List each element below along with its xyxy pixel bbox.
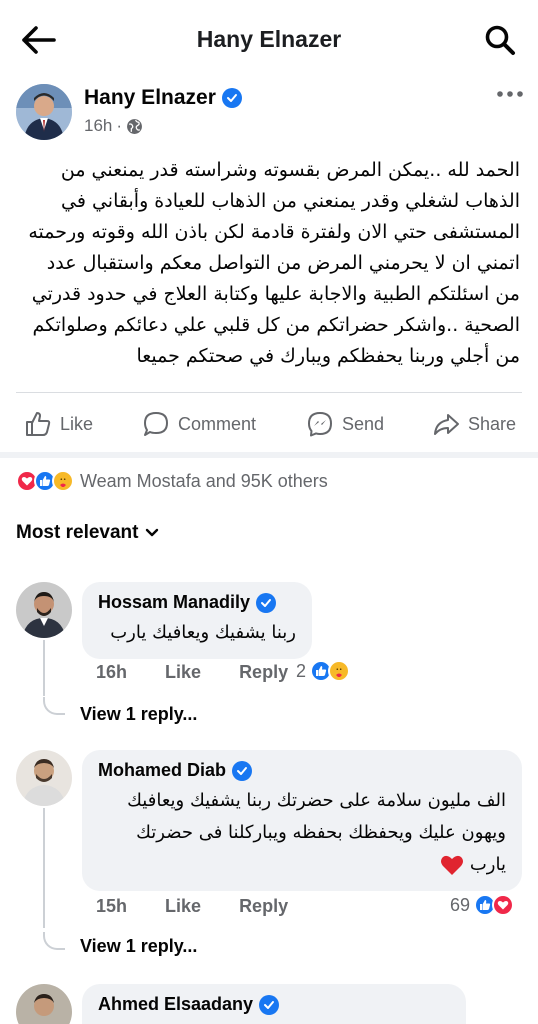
share-button[interactable]: Share <box>432 410 516 438</box>
comment-bubble[interactable]: Mohamed Diab الف مليون سلامة على حضرتك ر… <box>82 750 522 891</box>
like-label: Like <box>60 413 94 434</box>
reaction-count: 69 <box>450 894 471 915</box>
share-label: Share <box>468 413 517 434</box>
commenter-name[interactable]: Ahmed Elsaadany <box>98 994 253 1015</box>
comment-reaction-count[interactable]: 69 <box>450 894 515 916</box>
share-arrow-icon <box>434 414 459 435</box>
more-options-icon[interactable] <box>496 86 524 102</box>
comment-meta: 15h Like Reply <box>96 896 326 917</box>
thread-line <box>43 640 45 696</box>
commenter-name-row: Ahmed Elsaadany <box>98 994 450 1015</box>
divider <box>16 392 522 393</box>
commenter-name[interactable]: Hossam Manadily <box>98 592 250 613</box>
comment-time[interactable]: 15h <box>96 896 127 917</box>
commenter-avatar[interactable] <box>16 582 72 638</box>
post-meta: 16h · <box>84 116 143 136</box>
view-replies-link[interactable]: View 1 reply... <box>80 936 197 957</box>
comment-text: ربنا يشفيك ويعافيك يارب <box>110 622 296 643</box>
chevron-down-icon <box>146 528 159 537</box>
comment-bubble[interactable]: Ahmed Elsaadany <box>82 984 466 1024</box>
author-avatar[interactable] <box>16 84 72 140</box>
post-header: Hany Elnazer 16h · <box>0 80 538 150</box>
avatar-image <box>16 984 72 1024</box>
reactions-text: Weam Mostafa and 95K others <box>80 470 328 491</box>
comment-button[interactable]: Comment <box>142 410 256 438</box>
comment-label: Comment <box>178 413 257 434</box>
verified-badge-icon <box>259 994 280 1015</box>
page-title: Hany Elnazer <box>196 26 342 52</box>
view-replies-link[interactable]: View 1 reply... <box>80 704 197 725</box>
send-button[interactable]: Send <box>306 410 384 438</box>
red-heart-icon <box>441 855 464 875</box>
messenger-icon <box>308 412 332 437</box>
avatar-image <box>16 750 72 806</box>
comment-time[interactable]: 16h <box>96 662 127 683</box>
post-time[interactable]: 16h <box>84 116 112 136</box>
meta-dot: · <box>116 116 123 135</box>
like-button[interactable]: Like <box>24 410 93 438</box>
post-text: الحمد لله ..يمكن المرض بقسوته وشراسته قد… <box>28 159 520 367</box>
commenter-name-row: Hossam Manadily <box>98 592 296 613</box>
comment-reaction-count[interactable]: 2 <box>296 660 351 682</box>
love-reaction-icon <box>492 894 515 916</box>
care-reaction-icon <box>328 660 351 682</box>
comment-like-button[interactable]: Like <box>165 662 201 683</box>
verified-badge-icon <box>256 592 277 613</box>
comment-like-button[interactable]: Like <box>165 896 201 917</box>
commenter-avatar[interactable] <box>16 750 72 806</box>
reaction-icons <box>16 470 74 492</box>
commenter-name-row: Mohamed Diab <box>98 760 506 781</box>
avatar-image <box>16 582 72 638</box>
thread-curve <box>43 697 65 715</box>
sort-label: Most relevant <box>16 522 139 543</box>
send-label: Send <box>342 413 385 434</box>
care-reaction-icon <box>52 470 74 492</box>
post-actions: Like Comment Send Share <box>0 400 538 448</box>
avatar-image <box>16 84 72 140</box>
comment-text: الف مليون سلامة على حضرتك ربنا يشفيك ويع… <box>98 785 506 881</box>
reaction-count: 2 <box>296 660 307 681</box>
comment-bubble[interactable]: Hossam Manadily ربنا يشفيك ويعافيك يارب <box>82 582 312 659</box>
verified-badge-icon <box>221 88 242 108</box>
globe-icon <box>127 118 142 134</box>
comment-meta: 16h Like Reply <box>96 662 326 683</box>
comment-bubble-icon <box>144 412 168 436</box>
commenter-name[interactable]: Mohamed Diab <box>98 760 226 781</box>
top-bar: Hany Elnazer <box>0 0 538 80</box>
comment-reply-button[interactable]: Reply <box>239 896 288 917</box>
commenter-avatar[interactable] <box>16 984 72 1024</box>
thread-line <box>43 808 45 928</box>
post-author[interactable]: Hany Elnazer <box>84 86 242 110</box>
thread-curve <box>43 932 65 950</box>
search-icon[interactable] <box>484 24 516 56</box>
author-name[interactable]: Hany Elnazer <box>84 86 216 110</box>
section-separator <box>0 452 538 458</box>
verified-badge-icon <box>232 760 253 781</box>
comment-reply-button[interactable]: Reply <box>239 662 288 683</box>
thumbs-up-icon <box>26 412 51 436</box>
comment-sort-dropdown[interactable]: Most relevant <box>16 522 160 544</box>
reactions-summary[interactable]: Weam Mostafa and 95K others <box>16 470 328 492</box>
